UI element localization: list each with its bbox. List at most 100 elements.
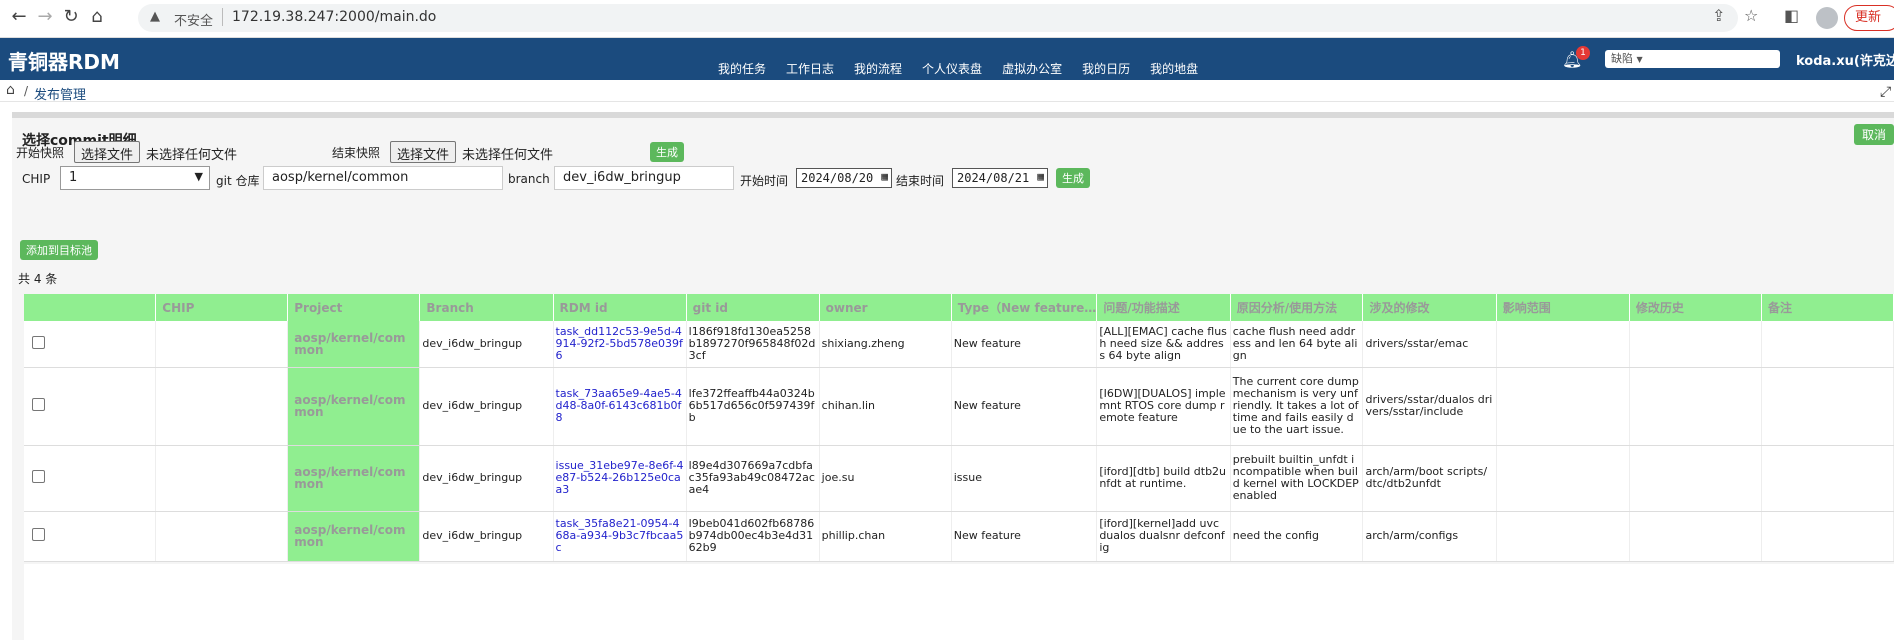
row-checkbox[interactable]: [32, 528, 45, 541]
start-date-input[interactable]: 2024/08/20 ▦: [796, 168, 892, 188]
changes-cell: arch/arm/configs: [1362, 511, 1497, 562]
table-row: aosp/kernel/common dev_i6dw_bringup task…: [24, 511, 1894, 562]
note-cell: [1761, 511, 1894, 562]
rdm-id-link[interactable]: task_73aa65e9-4ae5-4d48-8a0f-6143c681b0f…: [556, 387, 682, 424]
impact-cell: [1496, 367, 1630, 446]
forward-arrow-icon[interactable]: →: [32, 5, 58, 29]
col-header-rdm-id[interactable]: RDM id: [553, 294, 687, 321]
url-divider: [222, 8, 223, 26]
col-header-owner[interactable]: owner: [819, 294, 952, 321]
menu-virtual-office[interactable]: 虚拟办公室: [1002, 60, 1062, 77]
generate-from-snapshot-button[interactable]: 生成: [650, 142, 684, 162]
rdm-id-link[interactable]: task_35fa8e21-0954-468a-a934-9b3c7fbcaa5…: [556, 517, 684, 554]
update-button[interactable]: 更新: [1844, 5, 1894, 31]
impact-cell: [1496, 321, 1630, 368]
profile-avatar[interactable]: [1816, 7, 1838, 29]
row-checkbox[interactable]: [32, 335, 45, 349]
chip-cell: [155, 445, 289, 512]
add-to-target-pool-button[interactable]: 添加到目标池: [20, 240, 98, 260]
app-logo[interactable]: 青铜器RDM: [8, 46, 120, 75]
history-cell: [1629, 321, 1763, 368]
home-icon[interactable]: ⌂: [6, 82, 15, 98]
start-snapshot-label: 开始快照: [16, 146, 65, 160]
end-snapshot-file-button[interactable]: 选择文件: [390, 141, 457, 163]
end-snapshot-file-status: 未选择任何文件: [462, 148, 554, 163]
col-header-select: [24, 294, 157, 321]
branch-cell: dev_i6dw_bringup: [419, 321, 554, 368]
user-name[interactable]: koda.xu(许克达: [1796, 50, 1894, 69]
col-header-chip[interactable]: CHIP: [155, 294, 289, 321]
back-arrow-icon[interactable]: ←: [6, 5, 32, 29]
branch-label: branch: [508, 172, 550, 186]
chip-select[interactable]: 1 ▼: [60, 166, 210, 190]
breadcrumb: ⌂ / 发布管理: [0, 80, 1894, 103]
breadcrumb-release-management[interactable]: 发布管理: [34, 84, 86, 103]
git-id-cell: lfe372ffeaffb44a0324b6b517d656c0f597439f…: [686, 367, 820, 446]
generate-button[interactable]: 生成: [1056, 168, 1090, 188]
quick-search-select[interactable]: 缺陷 ▼: [1605, 50, 1780, 68]
end-date-value: 2024/08/21: [957, 171, 1030, 185]
col-header-project[interactable]: Project: [287, 294, 421, 321]
address-bar[interactable]: ▲ 不安全 172.19.38.247:2000/main.do: [138, 4, 1738, 32]
col-header-note[interactable]: 备注: [1761, 294, 1894, 321]
row-checkbox-cell: [24, 321, 157, 368]
col-header-branch[interactable]: Branch: [419, 294, 554, 321]
col-header-history[interactable]: 修改历史: [1629, 294, 1763, 321]
table-empty-area: [24, 564, 1894, 640]
git-repo-input[interactable]: aosp/kernel/common: [263, 166, 503, 190]
record-count: 共 4 条: [18, 272, 58, 286]
rdm-id-link[interactable]: issue_31ebe97e-8e6f-4e87-b524-26b125e0ca…: [556, 459, 684, 496]
chevron-down-icon: ▼: [1636, 55, 1643, 64]
fullscreen-icon[interactable]: ⤢: [1880, 84, 1891, 100]
reason-cell: need the config: [1230, 511, 1364, 562]
project-cell: aosp/kernel/common: [287, 511, 421, 562]
row-checkbox[interactable]: [32, 470, 45, 483]
end-snapshot-label: 结束快照: [332, 146, 381, 160]
project-cell: aosp/kernel/common: [287, 321, 421, 368]
menu-my-space[interactable]: 我的地盘: [1150, 60, 1198, 77]
branch-cell: dev_i6dw_bringup: [419, 367, 554, 446]
branch-input[interactable]: dev_i6dw_bringup: [554, 166, 734, 190]
col-header-type[interactable]: Type（New feature…: [951, 294, 1098, 321]
description-cell: [iford][dtb] build dtb2unfdt at runtime.: [1096, 445, 1231, 512]
col-header-changes[interactable]: 涉及的修改: [1362, 294, 1497, 321]
menu-my-calendar[interactable]: 我的日历: [1082, 60, 1130, 77]
menu-my-tasks[interactable]: 我的任务: [718, 60, 766, 77]
home-icon[interactable]: ⌂: [84, 5, 110, 29]
app-header: 青铜器RDM 我的任务 工作日志 我的流程 个人仪表盘 虚拟办公室 我的日历 我…: [0, 38, 1894, 80]
branch-cell: dev_i6dw_bringup: [419, 445, 554, 512]
col-header-description[interactable]: 问题/功能描述: [1096, 294, 1231, 321]
calendar-icon[interactable]: ▦: [1037, 170, 1044, 183]
start-snapshot-file-button[interactable]: 选择文件: [74, 141, 141, 163]
commit-table: CHIP Project Branch RDM id git id owner …: [24, 294, 1894, 562]
table-row: aosp/kernel/common dev_i6dw_bringup issu…: [24, 445, 1894, 512]
owner-cell: shixiang.zheng: [819, 321, 952, 368]
chip-cell: [155, 367, 289, 446]
history-cell: [1629, 367, 1763, 446]
calendar-icon[interactable]: ▦: [881, 170, 888, 183]
col-header-reason[interactable]: 原因分析/使用方法: [1230, 294, 1364, 321]
cancel-button[interactable]: 取消: [1854, 124, 1894, 145]
bookmark-star-icon[interactable]: ☆: [1744, 6, 1758, 25]
rdm-id-cell: task_73aa65e9-4ae5-4d48-8a0f-6143c681b0f…: [553, 367, 687, 446]
col-header-impact[interactable]: 影响范围: [1496, 294, 1630, 321]
project-cell: aosp/kernel/common: [287, 367, 421, 446]
owner-cell: phillip.chan: [819, 511, 952, 562]
row-checkbox-cell: [24, 511, 157, 562]
url-text[interactable]: 172.19.38.247:2000/main.do: [232, 9, 436, 25]
rdm-id-link[interactable]: task_dd112c53-9e5d-4914-92f2-5bd578e039f…: [556, 325, 683, 362]
menu-work-log[interactable]: 工作日志: [786, 60, 834, 77]
row-checkbox[interactable]: [32, 398, 45, 411]
share-icon[interactable]: ⇪: [1712, 6, 1725, 25]
type-cell: New feature: [951, 321, 1098, 368]
row-checkbox-cell: [24, 445, 157, 512]
end-date-input[interactable]: 2024/08/21 ▦: [952, 168, 1048, 188]
sidebar-icon[interactable]: ◧: [1784, 6, 1799, 25]
history-cell: [1629, 445, 1763, 512]
menu-dashboard[interactable]: 个人仪表盘: [922, 60, 982, 77]
menu-my-process[interactable]: 我的流程: [854, 60, 902, 77]
col-header-git-id[interactable]: git id: [686, 294, 820, 321]
security-label: 不安全: [174, 14, 214, 29]
reload-icon[interactable]: ↻: [58, 5, 84, 29]
project-cell: aosp/kernel/common: [287, 445, 421, 512]
